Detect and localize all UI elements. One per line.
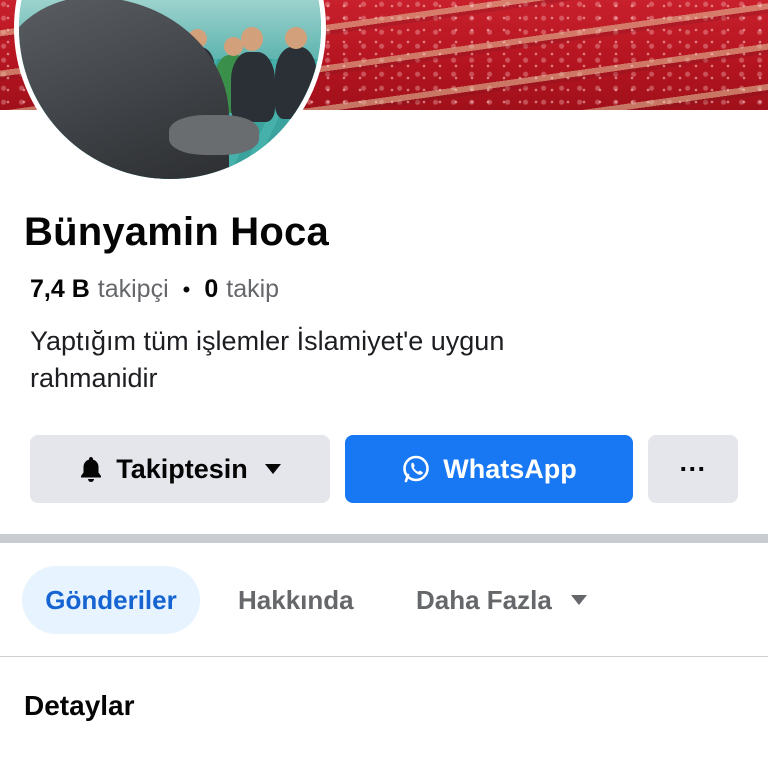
avatar-figure (275, 47, 317, 119)
more-options-icon: ··· (679, 453, 707, 484)
followers-count[interactable]: 7,4 B (30, 275, 90, 304)
profile-bio: Yaptığım tüm işlemler İslamiyet'e uygun … (30, 323, 650, 397)
avatar-figure-head (285, 27, 307, 49)
avatar-elder-arm (169, 115, 259, 155)
follow-stats: 7,4 B takipçi • 0 takip (30, 275, 279, 304)
tab-label: Hakkında (238, 584, 354, 615)
section-divider (0, 534, 768, 543)
following-count[interactable]: 0 (204, 275, 218, 304)
bio-line: rahmanidir (30, 363, 158, 393)
followers-label[interactable]: takipçi (98, 275, 169, 304)
tab-label: Gönderiler (45, 584, 177, 615)
following-label[interactable]: takip (226, 275, 279, 304)
profile-name: Bünyamin Hoca (24, 210, 329, 254)
stats-separator: • (182, 276, 191, 302)
avatar-figure-head (241, 27, 263, 51)
details-heading: Detaylar (24, 690, 135, 721)
caret-down-icon (264, 463, 282, 475)
bell-icon (78, 455, 104, 483)
profile-page: Bünyamin Hoca 7,4 B takipçi • 0 takip Ya… (0, 0, 768, 768)
whatsapp-icon (401, 454, 431, 484)
following-button[interactable]: Takiptesin (30, 435, 330, 503)
bio-line: Yaptığım tüm işlemler İslamiyet'e uygun (30, 326, 505, 356)
tab-posts[interactable]: Gönderiler (22, 566, 200, 634)
tab-label: Daha Fazla (416, 584, 552, 615)
tab-more[interactable]: Daha Fazla (416, 566, 588, 634)
following-label-text: Takiptesin (116, 453, 248, 484)
whatsapp-button[interactable]: WhatsApp (345, 435, 633, 503)
avatar-figure (231, 52, 275, 122)
more-options-button[interactable]: ··· (648, 435, 738, 503)
tabs-divider (0, 656, 768, 657)
profile-avatar[interactable] (14, 0, 326, 184)
tab-about[interactable]: Hakkında (238, 566, 354, 634)
whatsapp-label: WhatsApp (443, 453, 577, 484)
caret-down-icon (570, 594, 588, 606)
